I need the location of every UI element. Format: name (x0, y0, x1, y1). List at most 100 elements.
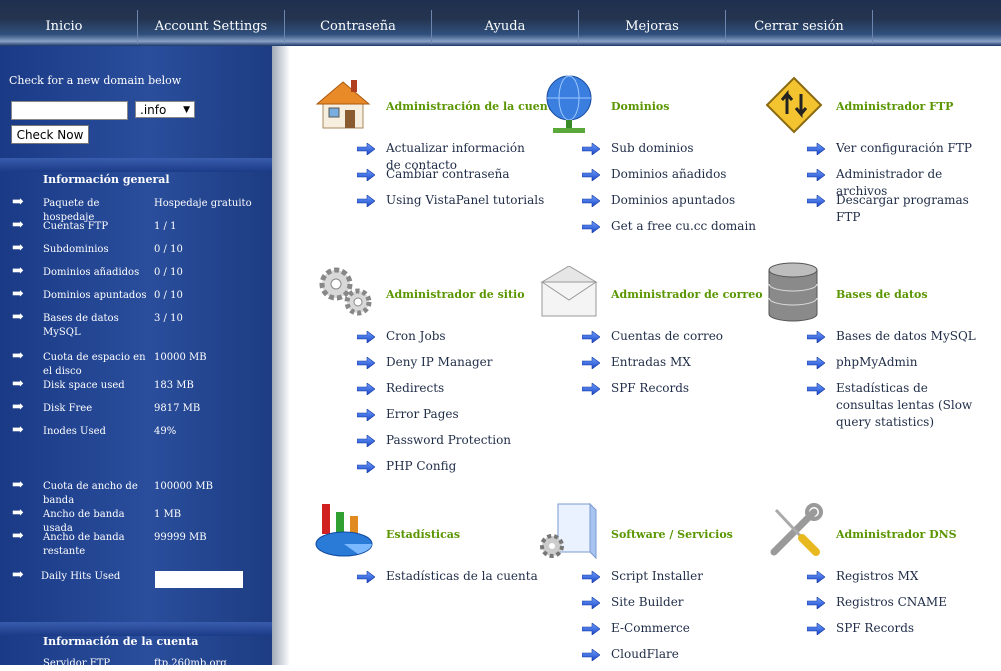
nav-separator (872, 10, 873, 44)
section-title-statistics: Estadísticas (386, 528, 461, 541)
info-label: Disk Free (43, 403, 93, 414)
link-text: Dominios apuntados (611, 193, 736, 207)
arrow-right-icon: ➡ (12, 399, 24, 415)
arrow-right-icon (357, 195, 375, 207)
nav-cerrar-sesion[interactable]: Cerrar sesión (726, 0, 872, 46)
arrow-right-icon (582, 571, 600, 583)
arrow-right-icon (582, 357, 600, 369)
section-title-site-manager: Administrador de sitio (386, 288, 525, 301)
link-text: Ver configuración FTP (836, 141, 972, 155)
arrow-right-icon: ➡ (12, 240, 24, 256)
domain-check-label: Check for a new domain below (9, 74, 182, 87)
arrow-right-icon (357, 169, 375, 181)
account-info-title: Información de la cuenta (43, 635, 199, 648)
link-text: Password Protection (386, 433, 512, 447)
arrow-right-icon (582, 383, 600, 395)
nav-contrasena[interactable]: Contraseña (285, 0, 431, 46)
sidebar: Check for a new domain below .info ▼ Che… (0, 46, 272, 669)
info-label: Dominios apuntados (43, 290, 147, 301)
link-text: Deny IP Manager (386, 355, 493, 369)
link-text: PHP Config (386, 459, 457, 473)
database-icon[interactable] (767, 262, 819, 326)
tools-icon[interactable] (766, 502, 824, 564)
section-title-databases: Bases de datos (836, 288, 928, 301)
arrow-right-icon: ➡ (12, 376, 24, 392)
daily-hits-bar (155, 571, 243, 588)
link-text: Descargar programas FTP (836, 193, 969, 224)
arrow-right-icon (807, 597, 825, 609)
info-label: Bases de datos MySQL (43, 313, 119, 338)
arrow-right-icon (807, 383, 825, 395)
info-value: 3 / 10 (154, 313, 183, 324)
arrow-right-icon: ➡ (12, 263, 24, 279)
section-title-mail: Administrador de correo (611, 288, 763, 301)
dropdown-arrow-icon: ▼ (183, 105, 190, 115)
arrow-right-icon (357, 357, 375, 369)
link-text: Bases de datos MySQL (836, 329, 976, 343)
arrow-right-icon (582, 623, 600, 635)
info-label: Servidor FTP (43, 658, 111, 669)
arrow-right-icon (582, 597, 600, 609)
link-text: Estadísticas de consultas lentas (Slow q… (836, 381, 973, 429)
link-text: Using VistaPanel tutorials (386, 193, 545, 207)
content-shadow (272, 46, 290, 665)
info-value: 0 / 10 (154, 290, 183, 301)
ftp-sign-icon[interactable] (765, 76, 823, 138)
info-label: Disk space used (43, 380, 125, 391)
arrow-right-icon (807, 571, 825, 583)
arrow-right-icon (357, 143, 375, 155)
house-icon[interactable] (315, 76, 373, 135)
arrow-right-icon (357, 409, 375, 421)
link-text: Cambiar contraseña (386, 167, 510, 181)
section-title-domains: Dominios (611, 100, 670, 113)
arrow-right-icon (582, 195, 600, 207)
arrow-right-icon (807, 143, 825, 155)
arrow-right-icon (582, 143, 600, 155)
link-text: SPF Records (836, 621, 915, 635)
link-text: Estadísticas de la cuenta (386, 569, 538, 583)
arrow-right-icon: ➡ (12, 477, 24, 493)
info-label: Daily Hits Used (41, 571, 121, 582)
arrow-right-icon: ➡ (12, 422, 24, 438)
arrow-right-icon: ➡ (12, 309, 24, 325)
sidebar-divider (0, 158, 272, 172)
arrow-right-icon (582, 649, 600, 661)
nav-account-settings[interactable]: Account Settings (138, 0, 284, 46)
arrow-right-icon (357, 383, 375, 395)
arrow-right-icon (357, 435, 375, 447)
arrow-right-icon (807, 169, 825, 181)
domain-search-input[interactable] (11, 101, 128, 120)
software-box-icon[interactable] (538, 500, 600, 566)
info-value: 0 / 10 (154, 267, 183, 278)
globe-icon[interactable] (543, 74, 595, 140)
info-value: 183 MB (154, 380, 194, 391)
info-label: Ancho de banda restante (43, 532, 125, 557)
section-title-dns: Administrador DNS (836, 528, 957, 541)
info-label: Inodes Used (43, 426, 106, 437)
envelope-icon[interactable] (540, 265, 598, 322)
info-label: Subdominios (43, 244, 109, 255)
check-now-button[interactable]: Check Now (11, 125, 89, 144)
link-text: Registros CNAME (836, 595, 947, 609)
info-label: Cuota de ancho de banda (43, 481, 138, 506)
tld-select[interactable]: .info ▼ (135, 101, 195, 118)
arrow-right-icon (582, 169, 600, 181)
arrow-right-icon: ➡ (12, 194, 24, 210)
info-value: Hospedaje gratuito (154, 198, 252, 209)
chart-icon[interactable] (314, 502, 376, 566)
arrow-right-icon (807, 357, 825, 369)
tld-select-value: .info (140, 103, 167, 117)
link-text: Script Installer (611, 569, 703, 583)
arrow-right-icon (807, 195, 825, 207)
info-label: Cuentas FTP (43, 221, 109, 232)
gears-icon[interactable] (314, 262, 376, 324)
link-text: Cron Jobs (386, 329, 446, 343)
nav-inicio[interactable]: Inicio (0, 0, 128, 46)
nav-mejoras[interactable]: Mejoras (579, 0, 725, 46)
nav-ayuda[interactable]: Ayuda (432, 0, 578, 46)
arrow-right-icon (357, 461, 375, 473)
arrow-right-icon: ➡ (12, 286, 24, 302)
link-text: E-Commerce (611, 621, 690, 635)
arrow-right-icon (807, 331, 825, 343)
link-text: Dominios añadidos (611, 167, 727, 181)
